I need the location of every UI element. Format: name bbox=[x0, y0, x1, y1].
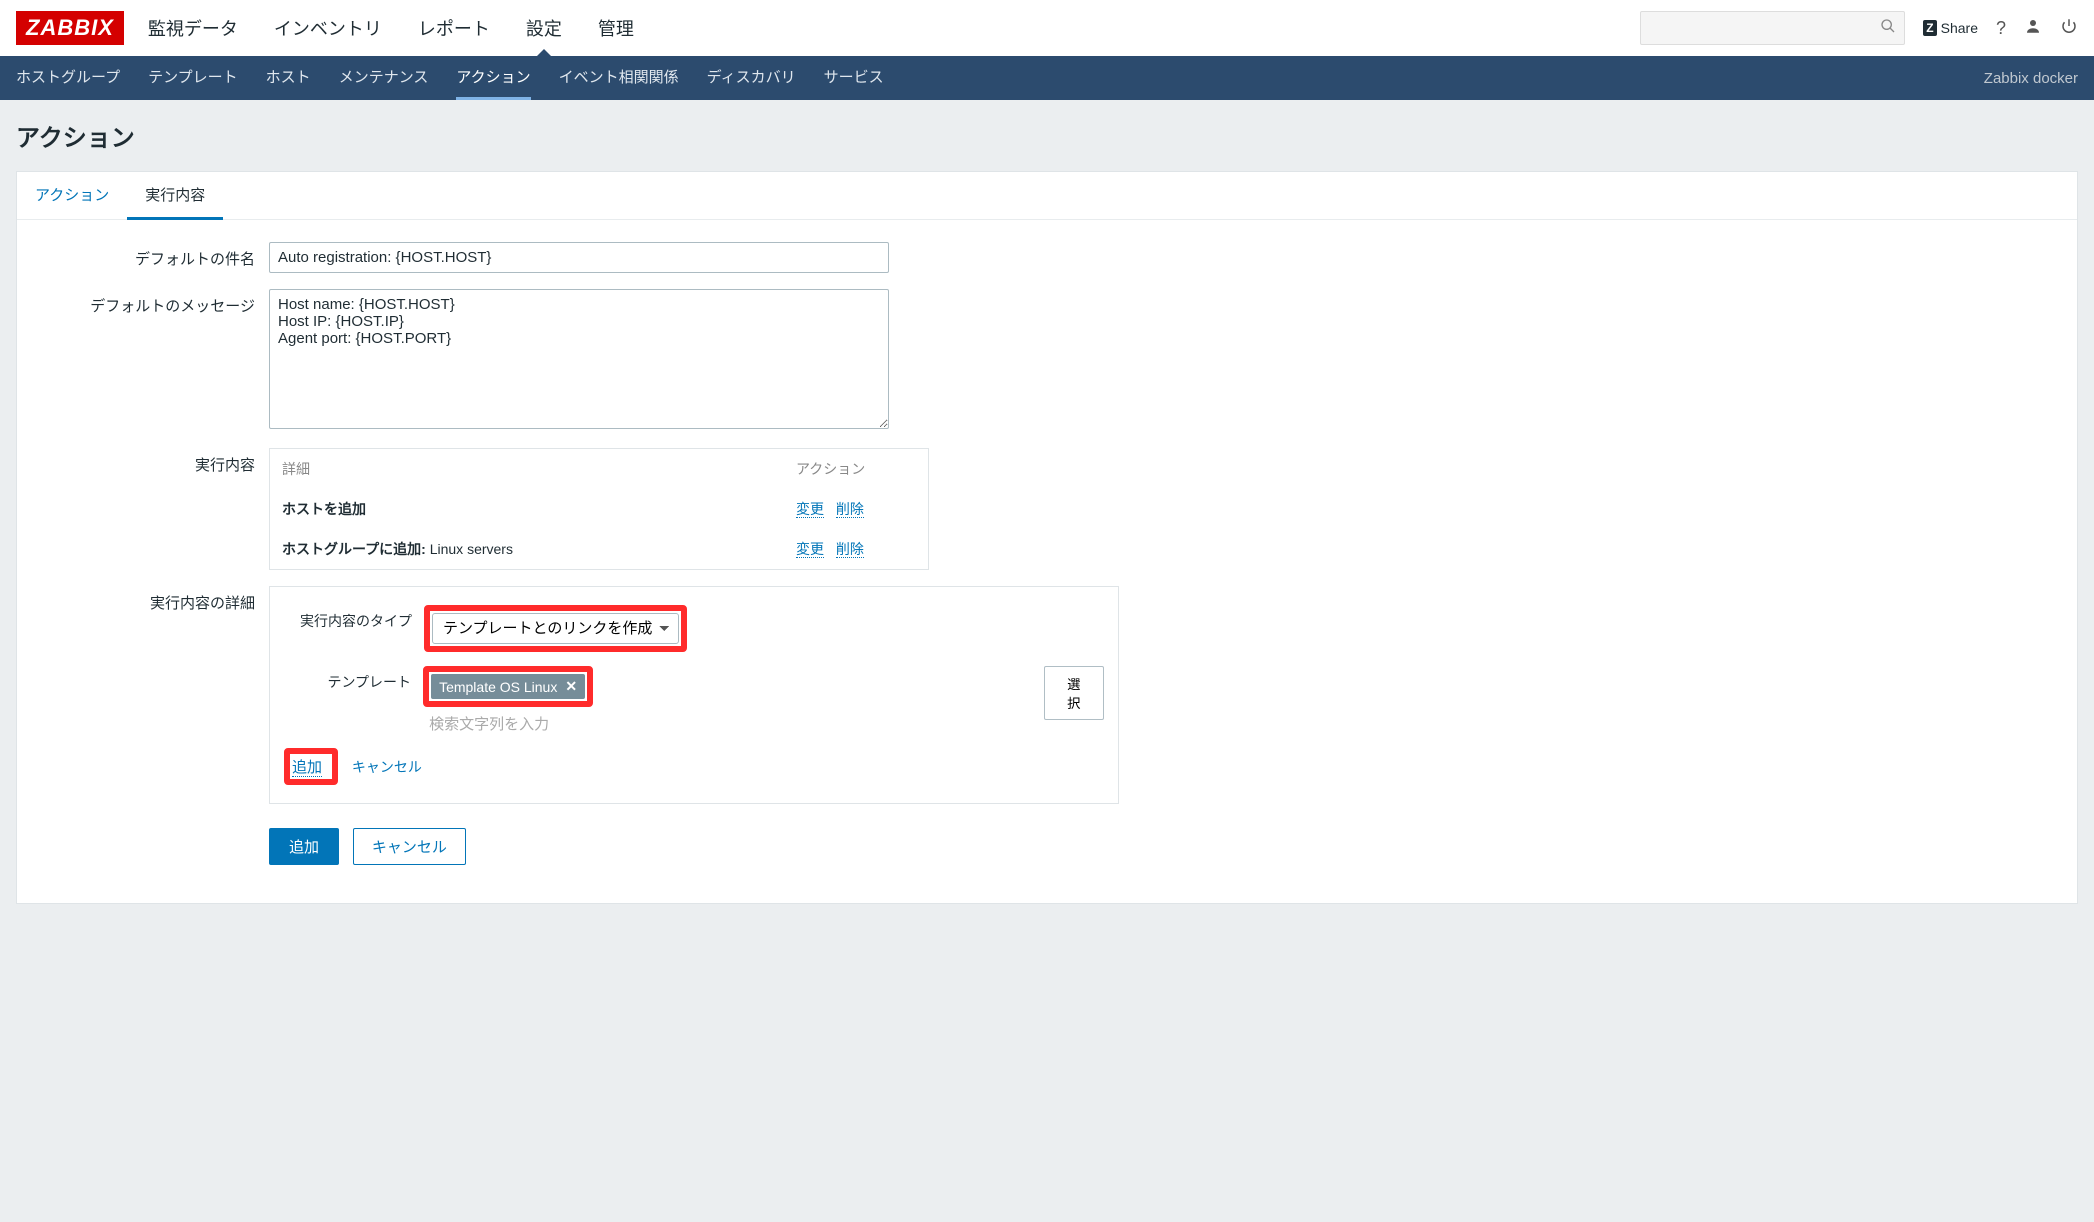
user-icon[interactable] bbox=[2024, 17, 2042, 40]
select-button[interactable]: 選択 bbox=[1044, 666, 1104, 720]
power-icon[interactable] bbox=[2060, 17, 2078, 40]
form: デフォルトの件名 デフォルトのメッセージ Host name: {HOST.HO… bbox=[17, 220, 2077, 903]
tabs: アクション 実行内容 bbox=[17, 172, 2077, 220]
inline-cancel-link[interactable]: キャンセル bbox=[352, 759, 422, 775]
ops-delete-link[interactable]: 削除 bbox=[836, 501, 864, 518]
nav-administration[interactable]: 管理 bbox=[594, 0, 638, 56]
page-title: アクション bbox=[0, 100, 2094, 171]
operation-details-box: 実行内容のタイプ テンプレートとのリンクを作成 テンプレート bbox=[269, 586, 1119, 804]
highlight-add: 追加 bbox=[284, 748, 338, 785]
nav-reports[interactable]: レポート bbox=[414, 0, 494, 56]
share-z-icon: Z bbox=[1923, 20, 1936, 36]
ops-row-name: ホストグループに追加: bbox=[282, 541, 426, 557]
subnav-right-label: Zabbix docker bbox=[1984, 70, 2078, 87]
subnav-services[interactable]: サービス bbox=[824, 56, 884, 100]
ops-header-detail: 詳細 bbox=[282, 459, 796, 479]
ops-header-action: アクション bbox=[796, 459, 916, 479]
subnav-event-correlation[interactable]: イベント相関関係 bbox=[559, 56, 679, 100]
ops-change-link[interactable]: 変更 bbox=[796, 541, 824, 558]
message-textarea[interactable]: Host name: {HOST.HOST} Host IP: {HOST.IP… bbox=[269, 289, 889, 429]
message-label: デフォルトのメッセージ bbox=[39, 289, 269, 432]
topbar: ZABBIX 監視データ インベントリ レポート 設定 管理 Z Share ? bbox=[0, 0, 2094, 56]
operation-type-select[interactable]: テンプレートとのリンクを作成 bbox=[432, 613, 679, 644]
subject-label: デフォルトの件名 bbox=[39, 242, 269, 273]
highlight-type: テンプレートとのリンクを作成 bbox=[424, 605, 687, 652]
close-icon[interactable]: ✕ bbox=[565, 678, 577, 695]
search-icon[interactable] bbox=[1880, 18, 1896, 39]
subnav-templates[interactable]: テンプレート bbox=[148, 56, 238, 100]
operation-details-label: 実行内容の詳細 bbox=[39, 586, 269, 804]
subnav-actions[interactable]: アクション bbox=[456, 56, 530, 100]
tab-operations[interactable]: 実行内容 bbox=[127, 172, 223, 220]
template-tag-label: Template OS Linux bbox=[439, 679, 557, 695]
nav-monitoring[interactable]: 監視データ bbox=[144, 0, 242, 56]
inline-add-link[interactable]: 追加 bbox=[292, 759, 322, 777]
ops-change-link[interactable]: 変更 bbox=[796, 501, 824, 518]
template-search-hint[interactable]: 検索文字列を入力 bbox=[423, 707, 1033, 734]
subnav-hosts[interactable]: ホスト bbox=[266, 56, 311, 100]
topbar-right: Z Share ? bbox=[1640, 11, 2078, 45]
template-tag[interactable]: Template OS Linux ✕ bbox=[431, 674, 585, 699]
ops-row: ホストを追加 変更 削除 bbox=[270, 489, 928, 529]
nav-configuration[interactable]: 設定 bbox=[522, 0, 566, 56]
search-box[interactable] bbox=[1640, 11, 1905, 45]
ops-delete-link[interactable]: 削除 bbox=[836, 541, 864, 558]
share-label: Share bbox=[1941, 20, 1978, 36]
subnav-discovery[interactable]: ディスカバリ bbox=[707, 56, 796, 100]
template-label: テンプレート bbox=[284, 666, 423, 692]
panel: アクション 実行内容 デフォルトの件名 デフォルトのメッセージ Host nam… bbox=[16, 171, 2078, 904]
nav-inventory[interactable]: インベントリ bbox=[270, 0, 386, 56]
subnav-maintenance[interactable]: メンテナンス bbox=[339, 56, 429, 100]
tab-action[interactable]: アクション bbox=[17, 172, 127, 219]
type-label: 実行内容のタイプ bbox=[284, 605, 424, 631]
subnav: ホストグループ テンプレート ホスト メンテナンス アクション イベント相関関係… bbox=[0, 56, 2094, 100]
operations-table: 詳細 アクション ホストを追加 変更 削除 ホストグループに追加: Linux … bbox=[269, 448, 929, 570]
search-input[interactable] bbox=[1649, 21, 1880, 36]
highlight-template: Template OS Linux ✕ bbox=[423, 666, 593, 707]
help-icon[interactable]: ? bbox=[1996, 18, 2006, 39]
share-button[interactable]: Z Share bbox=[1923, 20, 1978, 36]
logo[interactable]: ZABBIX bbox=[16, 11, 124, 45]
operations-label: 実行内容 bbox=[39, 448, 269, 570]
subject-input[interactable] bbox=[269, 242, 889, 273]
add-button[interactable]: 追加 bbox=[269, 828, 339, 865]
ops-row-detail: Linux servers bbox=[426, 541, 513, 557]
subnav-hostgroups[interactable]: ホストグループ bbox=[16, 56, 120, 100]
ops-row-name: ホストを追加 bbox=[282, 501, 366, 517]
cancel-button[interactable]: キャンセル bbox=[353, 828, 466, 865]
ops-row: ホストグループに追加: Linux servers 変更 削除 bbox=[270, 529, 928, 569]
main-nav: 監視データ インベントリ レポート 設定 管理 bbox=[144, 0, 638, 56]
